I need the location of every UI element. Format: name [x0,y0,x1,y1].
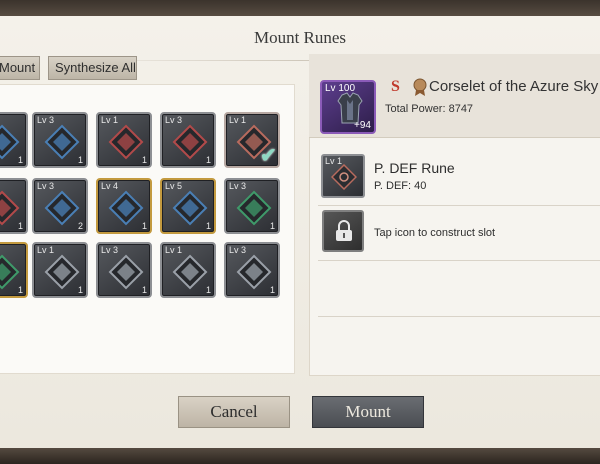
mounted-rune-slot[interactable]: Lv 1 [321,154,365,198]
rune-icon [236,254,272,290]
medal-icon [413,78,427,96]
rune-slot[interactable]: Lv 31 [32,112,88,168]
rune-slot-count: 1 [17,221,23,231]
rune-icon [172,124,208,160]
rune-icon [331,164,357,190]
equipment-name: Corselet of the Azure Sky [429,78,599,95]
rune-slot-count: 1 [17,285,23,295]
rune-slot[interactable]: Lv 32 [32,178,88,234]
rune-slot[interactable]: Lv 31 [160,112,216,168]
grade-badge: S [391,78,400,95]
selected-check-icon: ✔ [260,145,277,167]
total-power: Total Power: 8747 [385,103,474,115]
rune-slot[interactable]: 1 [0,112,28,168]
rune-slot-count: 1 [77,155,83,165]
rune-slot[interactable]: Lv 11 [96,112,152,168]
rune-icon [108,124,144,160]
locked-slot[interactable] [322,210,364,252]
slot-divider [318,205,600,206]
rune-slot[interactable]: Lv 31 [224,242,280,298]
rune-icon [44,190,80,226]
rune-icon [44,254,80,290]
rune-icon [44,124,80,160]
rune-icon [172,254,208,290]
rune-slot[interactable]: Lv 31 [96,242,152,298]
rune-slot-count: 1 [269,285,275,295]
rune-slot-count: 2 [77,221,83,231]
rune-stat: P. DEF: 40 [374,180,427,192]
rune-slot-count: 1 [205,155,211,165]
construct-slot-hint: Tap icon to construct slot [374,227,496,239]
rune-icon [172,190,208,226]
mount-button[interactable]: Mount [312,396,424,428]
rune-slot[interactable]: 1 [0,178,28,234]
rune-slot[interactable]: Lv 41 [96,178,152,234]
rune-slot[interactable]: Lv 11 [32,242,88,298]
equipment-icon[interactable]: Lv 100 +94 [320,80,376,134]
rune-slot-count: 1 [77,285,83,295]
rune-slot[interactable]: Lv 31 [224,178,280,234]
lock-icon [336,220,352,241]
rune-icon [236,190,272,226]
rune-slot-count: 1 [205,285,211,295]
rune-icon [108,254,144,290]
rune-slot-count: 1 [141,155,147,165]
bottom-backdrop [0,446,600,464]
rune-name: P. DEF Rune [374,160,455,176]
rune-icon [108,190,144,226]
rune-slot[interactable]: Lv 11 [160,242,216,298]
synthesize-all-button[interactable]: Synthesize All [48,56,137,80]
rune-slot-count: 1 [17,155,23,165]
rune-slot-count: 1 [141,285,147,295]
rune-slot-count: 1 [205,221,211,231]
slot-divider [318,316,600,317]
rune-slot-count: 1 [141,221,147,231]
rune-slot[interactable]: Lv 51 [160,178,216,234]
slot-divider [318,260,600,261]
dialog-title: Mount Runes [253,28,347,47]
rune-slot[interactable]: 1 [0,242,28,298]
rune-slot-count: 1 [269,221,275,231]
equipment-enhance: +94 [354,120,371,131]
tab-mount[interactable]: Mount [0,56,40,80]
cancel-button[interactable]: Cancel [178,396,290,428]
